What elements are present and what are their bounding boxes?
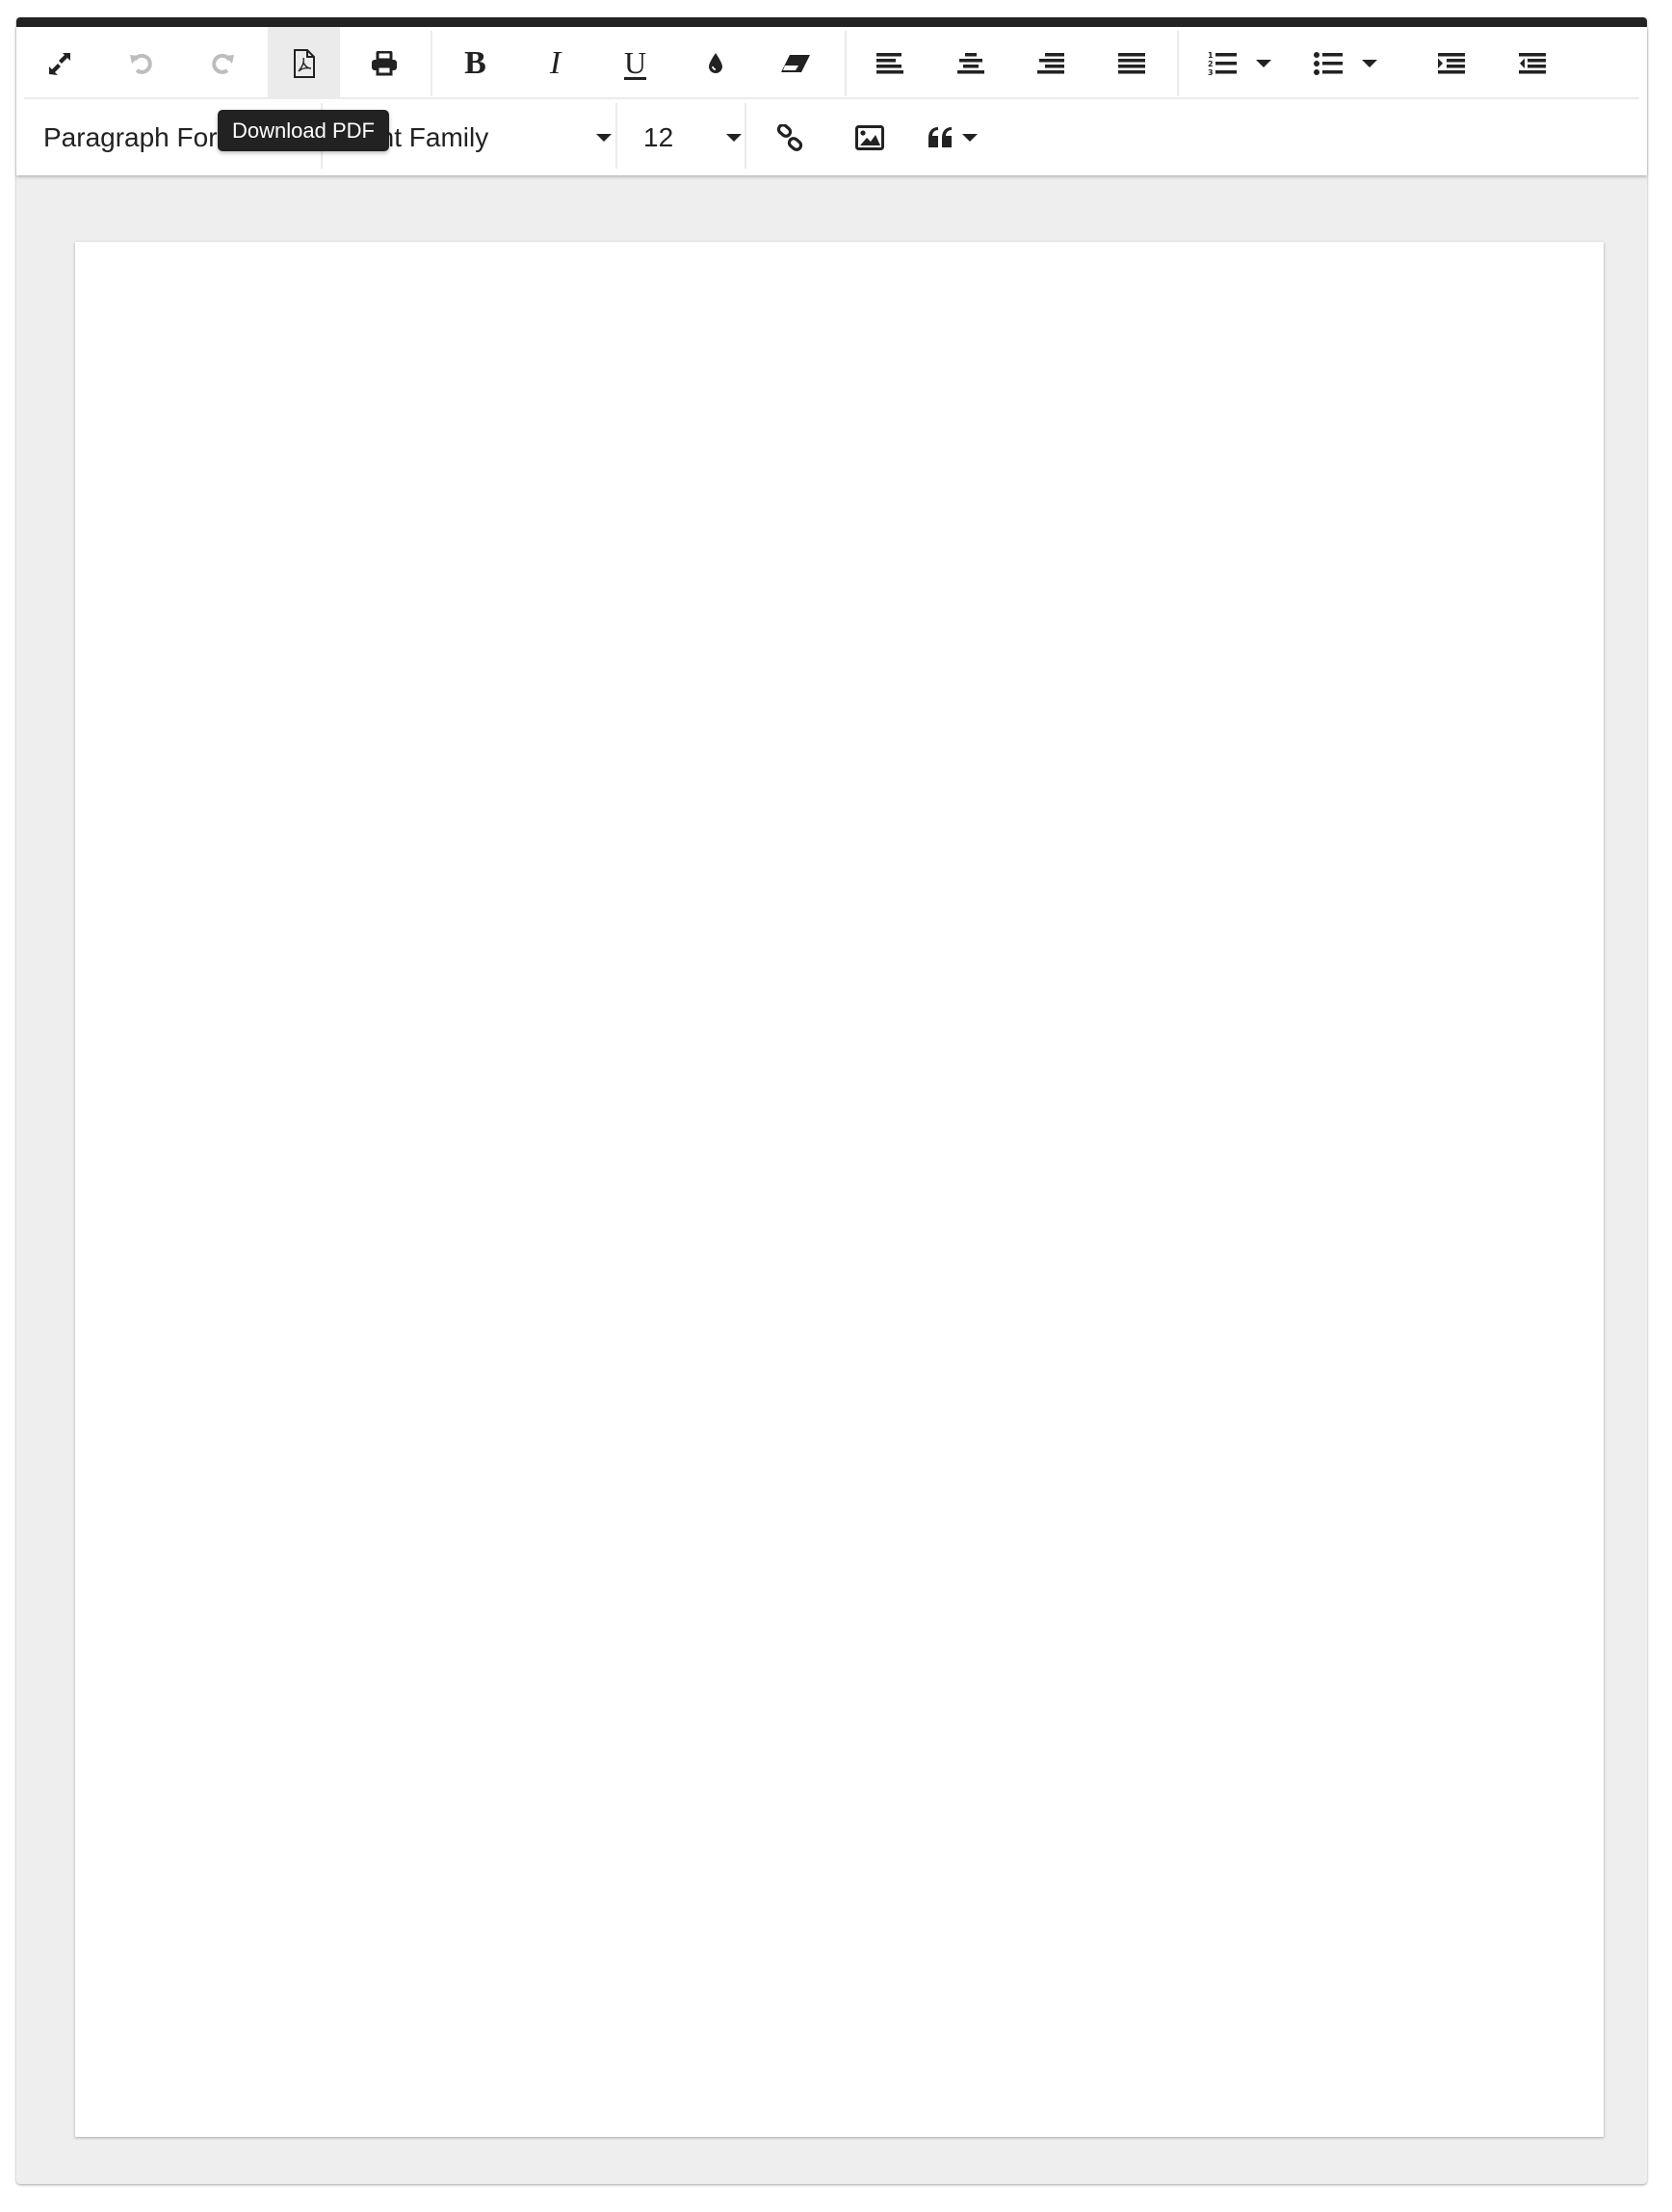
- download-pdf-button[interactable]: [268, 27, 340, 99]
- underline-button[interactable]: U: [599, 27, 671, 99]
- toolbar-separator: [615, 103, 617, 169]
- link-icon: [776, 123, 803, 151]
- bold-button[interactable]: B: [439, 27, 511, 99]
- svg-text:1: 1: [1208, 51, 1214, 60]
- underline-icon: U: [623, 45, 647, 80]
- insert-link-button[interactable]: [753, 101, 825, 173]
- print-button[interactable]: [348, 27, 420, 99]
- print-icon: [371, 50, 398, 76]
- svg-text:2: 2: [1208, 60, 1214, 68]
- chevron-down-icon: [596, 133, 612, 142]
- image-icon: [854, 124, 884, 150]
- quote-button[interactable]: [914, 101, 991, 173]
- font-size-dropdown[interactable]: 12: [643, 101, 745, 173]
- undo-button[interactable]: [105, 27, 177, 99]
- redo-button[interactable]: [186, 27, 258, 99]
- italic-button[interactable]: I: [519, 27, 591, 99]
- rich-text-editor: B I U 1 2 3 Paragraph Format Font Family…: [16, 17, 1647, 2184]
- align-left-icon: [875, 52, 903, 74]
- quote-left-icon: [927, 126, 954, 149]
- tooltip: Download PDF: [218, 110, 389, 151]
- bold-icon: B: [464, 44, 486, 81]
- list-ul-icon: [1314, 51, 1343, 75]
- eraser-icon: [780, 53, 811, 74]
- align-right-button[interactable]: [1014, 27, 1086, 99]
- toolbar-separator: [1177, 31, 1179, 96]
- redo-icon: [210, 51, 235, 76]
- chevron-down-icon: [962, 133, 978, 142]
- toolbar-separator: [845, 31, 847, 96]
- editor-toolbar: B I U 1 2 3 Paragraph Format Font Family…: [16, 27, 1647, 175]
- toolbar-separator: [745, 103, 746, 169]
- chevron-down-icon: [726, 133, 742, 142]
- align-center-icon: [956, 52, 984, 74]
- indent-button[interactable]: [1415, 27, 1487, 99]
- text-color-button[interactable]: [679, 27, 751, 99]
- clear-formatting-button[interactable]: [759, 27, 831, 99]
- fullscreen-button[interactable]: [23, 27, 95, 99]
- document-page[interactable]: [75, 242, 1604, 2137]
- toolbar-separator: [431, 31, 432, 96]
- font-size-value: 12: [643, 121, 674, 152]
- align-center-button[interactable]: [934, 27, 1006, 99]
- align-justify-icon: [1117, 52, 1145, 74]
- file-pdf-icon: [293, 48, 316, 78]
- align-right-icon: [1036, 52, 1064, 74]
- expand-icon: [47, 51, 72, 76]
- document-content[interactable]: [75, 242, 1604, 2137]
- insert-image-button[interactable]: [833, 101, 905, 173]
- outdent-button[interactable]: [1496, 27, 1568, 99]
- toolbar-row-main: B I U 1 2 3: [16, 27, 1647, 99]
- ordered-list-button[interactable]: 123: [1191, 27, 1288, 99]
- list-ol-icon: 123: [1208, 50, 1237, 77]
- tint-icon: [707, 52, 724, 75]
- undo-icon: [129, 51, 154, 76]
- chevron-down-icon[interactable]: [1362, 59, 1377, 67]
- chevron-down-icon[interactable]: [1256, 59, 1271, 67]
- unordered-list-button[interactable]: [1297, 27, 1394, 99]
- svg-text:3: 3: [1208, 68, 1214, 77]
- align-left-button[interactable]: [853, 27, 926, 99]
- outdent-icon: [1518, 52, 1546, 74]
- indent-icon: [1437, 52, 1465, 74]
- align-justify-button[interactable]: [1095, 27, 1167, 99]
- italic-icon: I: [549, 44, 562, 81]
